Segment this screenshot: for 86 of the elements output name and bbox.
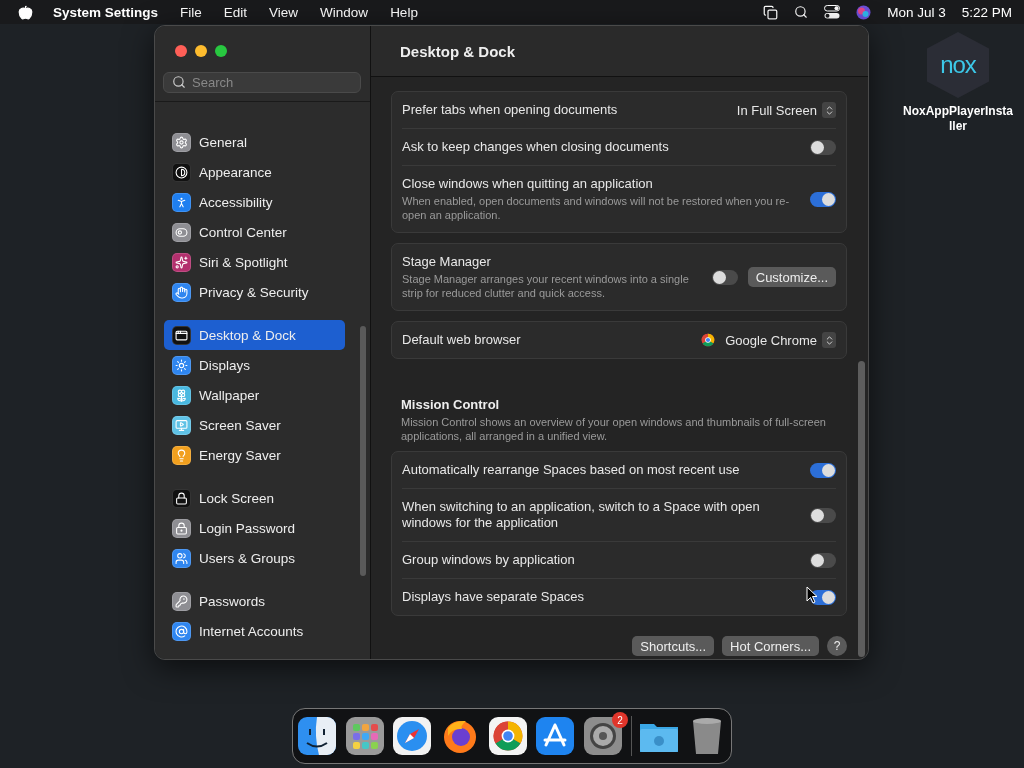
apple-logo-icon[interactable] xyxy=(18,4,33,20)
sidebar-item[interactable]: Displays xyxy=(164,350,345,380)
sidebar-label: Siri & Spotlight xyxy=(199,254,288,270)
window-title: Desktop & Dock xyxy=(400,42,516,60)
menu-item[interactable]: Window xyxy=(320,4,369,20)
sidebar-label: Lock Screen xyxy=(199,490,275,506)
menu-date[interactable]: Mon Jul 3 xyxy=(887,4,946,20)
toggle-switch[interactable] xyxy=(711,269,738,285)
toggle-switch[interactable] xyxy=(810,462,836,478)
customize-button[interactable]: Customize... xyxy=(747,267,836,287)
toggle-switch[interactable] xyxy=(810,552,836,568)
minimize-window-button[interactable] xyxy=(195,45,207,57)
footer-button[interactable]: Shortcuts... xyxy=(632,636,715,656)
sidebar-item[interactable]: Wallpaper xyxy=(164,380,345,410)
sidebar-item[interactable]: General xyxy=(164,127,345,157)
setting-label: Group windows by application xyxy=(402,552,576,568)
notification-badge: 2 xyxy=(611,712,628,728)
toggle-switch[interactable] xyxy=(810,191,836,207)
sidebar-label: Accessibility xyxy=(199,194,273,210)
setting-description: Stage Manager arranges your recent windows into a single strip for reduced clutter and quick access. xyxy=(402,272,690,300)
browser-icon xyxy=(701,333,716,347)
sidebar-item[interactable]: Siri & Spotlight xyxy=(164,247,345,277)
control-center-icon[interactable] xyxy=(824,5,841,19)
sidebar-label: Users & Groups xyxy=(199,550,296,566)
browser-icon[interactable] xyxy=(487,716,528,756)
scrollbar-thumb[interactable] xyxy=(858,361,865,657)
menu-item[interactable]: Help xyxy=(390,4,418,20)
sidebar-label: Energy Saver xyxy=(199,447,281,463)
menu-app-name[interactable]: System Settings xyxy=(53,4,159,20)
app-logo-icon[interactable]: nox xyxy=(927,32,989,98)
setting-description: When enabled, open documents and windows will not be restored when you re-open an application. xyxy=(402,194,791,222)
footer-button[interactable]: Hot Corners... xyxy=(722,636,819,656)
search-icon xyxy=(172,75,186,90)
sidebar-label: Desktop & Dock xyxy=(199,327,296,343)
windows-icon[interactable] xyxy=(763,4,779,20)
toggle-switch[interactable] xyxy=(810,139,836,155)
sidebar-label: Displays xyxy=(199,357,250,373)
mouse-pointer-icon xyxy=(806,586,818,604)
menu-time[interactable]: 5:22 PM xyxy=(961,4,1012,20)
sidebar-item[interactable]: Screen Saver xyxy=(164,410,345,440)
sidebar-item[interactable]: Passwords xyxy=(164,586,345,616)
toggle-switch[interactable] xyxy=(810,507,836,523)
smiling-face-icon[interactable] xyxy=(297,716,337,756)
scrollbar-thumb[interactable] xyxy=(360,326,366,576)
setting-label: Close windows when quitting an application xyxy=(402,176,654,192)
popup-select[interactable]: In Full Screen xyxy=(736,102,836,118)
menu-item[interactable]: Edit xyxy=(223,4,248,20)
help-button[interactable]: ? xyxy=(827,636,847,656)
section-title: Mission Control xyxy=(401,397,501,412)
search-icon[interactable] xyxy=(794,5,809,19)
sidebar-item[interactable]: Accessibility xyxy=(164,187,345,217)
sidebar-item[interactable]: Privacy & Security xyxy=(164,277,345,307)
sidebar-label: Login Password xyxy=(199,520,296,536)
setting-label: Default web browser xyxy=(402,332,522,348)
desktop-icon-label[interactable]: NoxAppPlayerInstaller xyxy=(902,104,1014,134)
close-window-button[interactable] xyxy=(175,45,187,57)
sidebar-label: Passwords xyxy=(199,593,266,609)
sidebar-label: Screen Saver xyxy=(199,417,281,433)
compass-icon[interactable] xyxy=(392,716,433,756)
siri-icon[interactable] xyxy=(856,4,872,20)
setting-label: Prefer tabs when opening documents xyxy=(402,102,619,118)
setting-label: Automatically rearrange Spaces based on most recent use xyxy=(402,462,741,478)
section-description: Mission Control shows an overview of your open windows and thumbnails of full-screen applications, all arranged in a unified view. xyxy=(401,415,827,443)
sidebar-label: General xyxy=(199,134,248,150)
sidebar-label: Privacy & Security xyxy=(199,284,309,300)
sidebar-item[interactable]: Appearance xyxy=(164,157,345,187)
setting-label: Ask to keep changes when closing documents xyxy=(402,139,670,155)
setting-label: When switching to an application, switch to a Space with open windows for the application xyxy=(402,499,761,531)
sidebar-item[interactable]: Users & Groups xyxy=(164,543,345,573)
sidebar-label: Control Center xyxy=(199,224,287,240)
setting-label: Stage Manager xyxy=(402,254,492,270)
sidebar-item[interactable]: Energy Saver xyxy=(164,440,345,470)
sidebar-item[interactable]: Lock Screen xyxy=(164,483,345,513)
app-grid-icon[interactable] xyxy=(344,716,385,756)
sidebar-label: Appearance xyxy=(199,164,272,180)
popup-select[interactable]: Google Chrome xyxy=(725,332,836,348)
sidebar-item[interactable]: Control Center xyxy=(164,217,345,247)
sidebar-item[interactable]: Desktop & Dock xyxy=(164,320,345,350)
zoom-window-button[interactable] xyxy=(215,45,227,57)
sidebar-label: Wallpaper xyxy=(199,387,260,403)
sidebar-item[interactable]: Login Password xyxy=(164,513,345,543)
menu-item[interactable]: View xyxy=(269,4,299,20)
sidebar-label: Internet Accounts xyxy=(199,623,304,639)
menu-item[interactable]: File xyxy=(180,4,202,20)
sidebar-item[interactable]: Internet Accounts xyxy=(164,616,345,646)
setting-label: Displays have separate Spaces xyxy=(402,589,586,605)
